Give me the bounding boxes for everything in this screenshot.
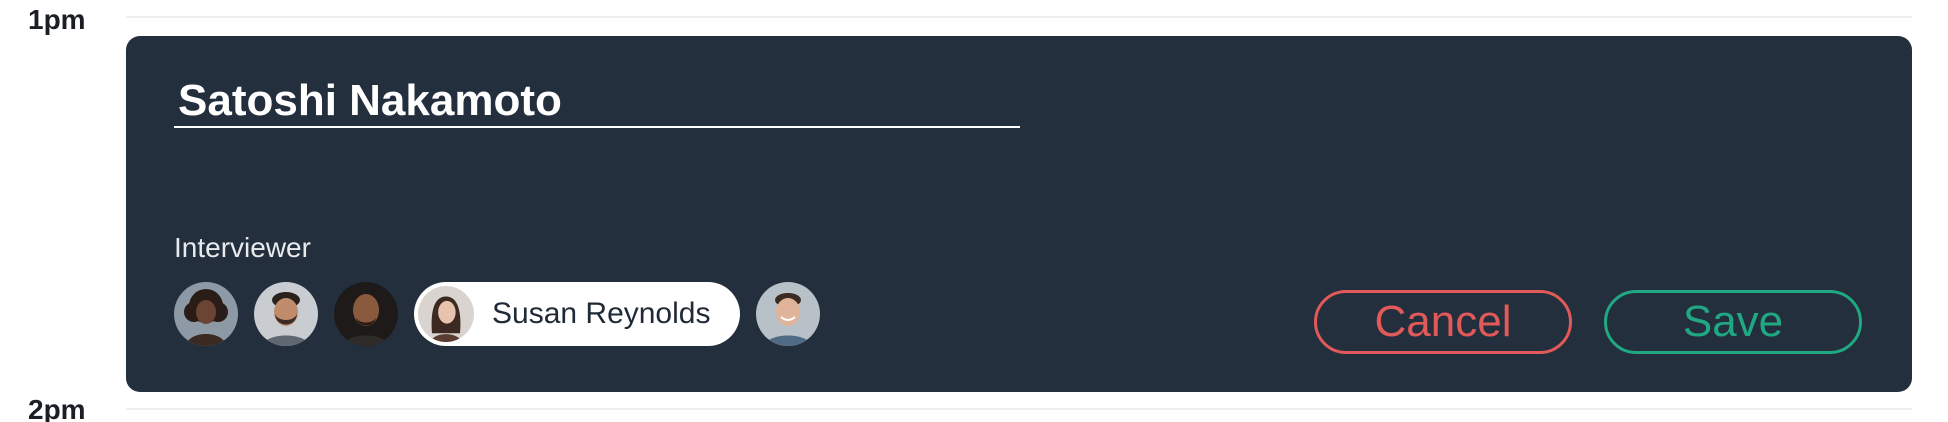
interviewer-avatar-4[interactable]	[756, 282, 821, 346]
avatar-woman-long-hair-icon	[418, 286, 474, 342]
save-button[interactable]: Save	[1604, 290, 1862, 354]
interviewer-avatar-1[interactable]	[174, 282, 238, 346]
avatar-man-bald-icon	[334, 282, 398, 346]
time-label-2pm: 2pm	[28, 394, 86, 422]
calendar-view: 1pm 2pm Interviewer	[0, 0, 1948, 422]
interviewer-avatar-2[interactable]	[254, 282, 318, 346]
interview-editor-card: Interviewer	[126, 36, 1912, 392]
hour-divider	[126, 16, 1912, 18]
avatar-woman-curly-hair-icon	[174, 282, 238, 346]
selected-interviewer-name: Susan Reynolds	[492, 297, 711, 330]
interviewer-avatar-3[interactable]	[334, 282, 398, 346]
cancel-button[interactable]: Cancel	[1314, 290, 1572, 354]
avatar-man-smiling-icon	[756, 282, 821, 346]
interviewer-label: Interviewer	[174, 232, 311, 263]
avatar-man-beard-icon	[254, 282, 318, 346]
candidate-name-input[interactable]	[174, 76, 1020, 128]
interviewer-picker: Susan Reynolds	[174, 282, 821, 346]
interviewer-avatar-selected	[418, 286, 474, 342]
hour-divider	[126, 408, 1912, 410]
time-label-1pm: 1pm	[28, 4, 86, 35]
selected-interviewer-chip[interactable]: Susan Reynolds	[414, 282, 741, 346]
